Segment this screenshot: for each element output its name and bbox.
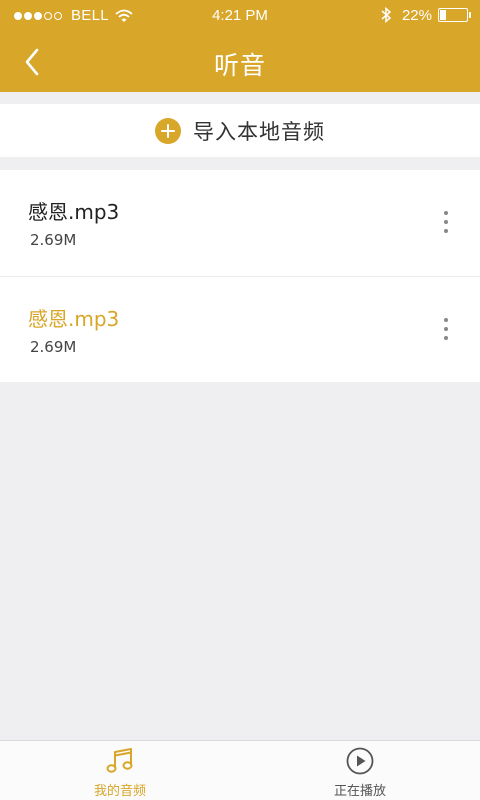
plus-circle-icon	[155, 117, 181, 144]
more-options-button[interactable]	[442, 211, 450, 233]
import-label: 导入本地音频	[193, 119, 325, 144]
audio-size: 2.69M	[30, 338, 77, 356]
status-right: 22%	[380, 6, 471, 24]
page-title: 听音	[213, 51, 266, 80]
nav-bar: 听音	[0, 32, 480, 92]
audio-list-item-active[interactable]: 感恩.mp3 2.69M	[0, 276, 480, 382]
audio-size: 2.69M	[30, 231, 77, 249]
battery-icon	[438, 8, 471, 22]
play-circle-icon	[346, 747, 374, 775]
tab-my-audio[interactable]: 我的音频	[0, 741, 240, 800]
header: BELL 4:21 PM 22% 听音	[0, 0, 480, 92]
battery-fill	[440, 10, 446, 20]
audio-name: 感恩.mp3	[28, 200, 120, 224]
more-options-button[interactable]	[442, 318, 450, 340]
status-bar: BELL 4:21 PM 22%	[0, 0, 480, 32]
tab-now-playing[interactable]: 正在播放	[240, 741, 480, 800]
tab-bar: 我的音频 正在播放	[0, 740, 480, 800]
audio-list-item[interactable]: 感恩.mp3 2.69M	[0, 170, 480, 276]
battery-percent: 22%	[401, 6, 432, 24]
audio-name: 感恩.mp3	[28, 307, 120, 331]
import-local-audio-button[interactable]: 导入本地音频	[0, 104, 480, 157]
audio-list: 感恩.mp3 2.69M 感恩.mp3 2.69M	[0, 170, 480, 382]
bluetooth-icon	[381, 6, 392, 24]
music-note-icon	[106, 748, 133, 773]
tab-label: 正在播放	[333, 784, 386, 799]
tab-label: 我的音频	[93, 784, 146, 799]
